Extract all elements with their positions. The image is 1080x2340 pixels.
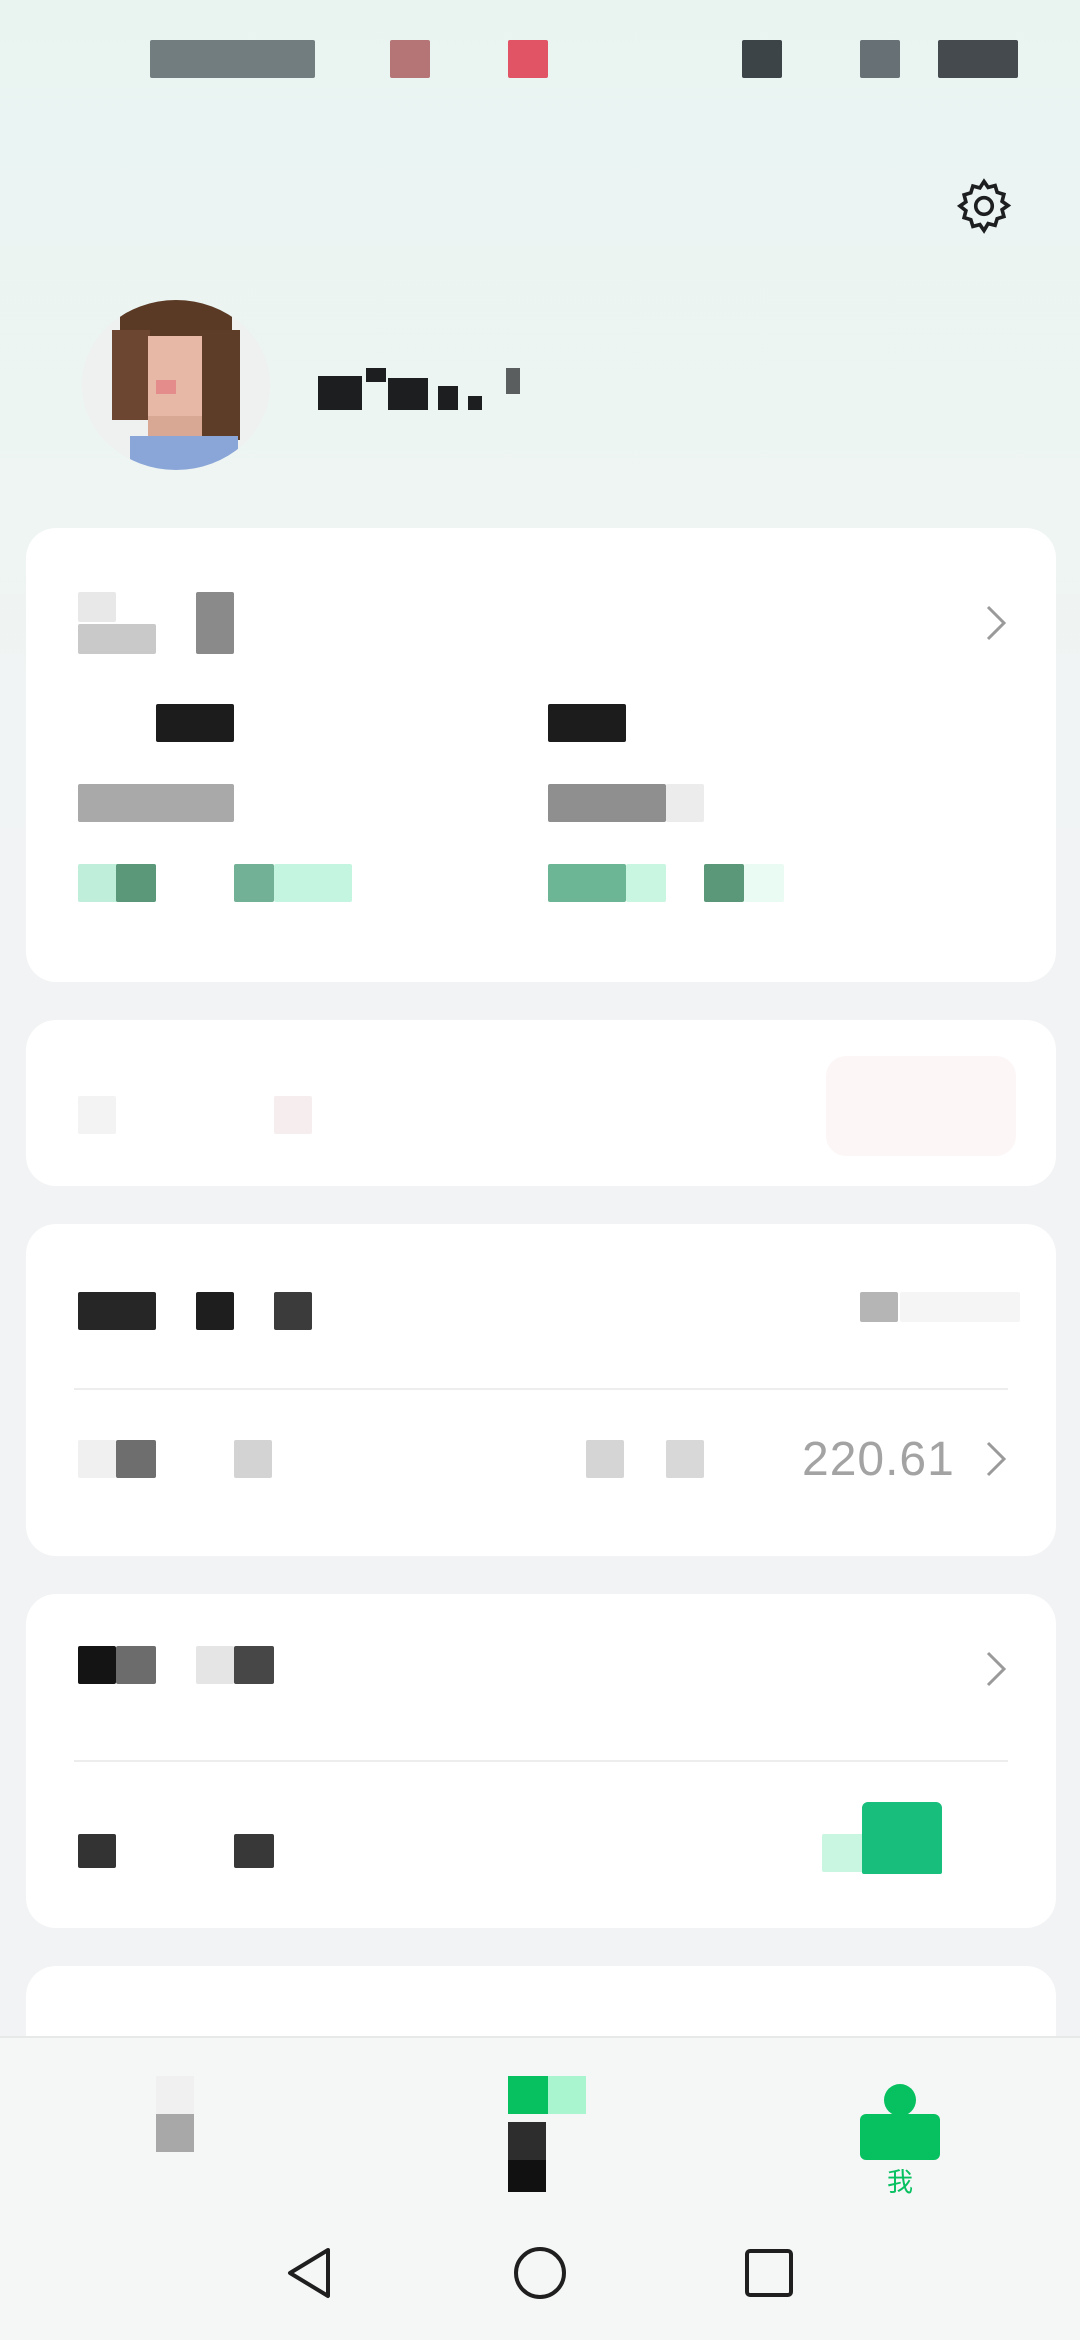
discover-icon: [508, 2076, 548, 2114]
status-carrier: [150, 40, 315, 78]
banner-decoration: [826, 1056, 1016, 1156]
menu-row-label: [234, 1834, 274, 1868]
card-title: [196, 592, 234, 654]
menu-row-label: [116, 1646, 156, 1684]
person-icon: [860, 2084, 940, 2160]
chevron-right-icon: [978, 1436, 1014, 1482]
chevron-right-icon: [978, 1646, 1014, 1692]
battery-icon: [938, 40, 1018, 78]
wallet-title: [196, 1292, 234, 1330]
wallet-card[interactable]: 220.61: [26, 1224, 1056, 1556]
menu-row-label: [196, 1646, 234, 1684]
wallet-title: [78, 1292, 156, 1330]
balance-row[interactable]: 220.61: [26, 1390, 1056, 1556]
balance-label: [116, 1440, 156, 1478]
promo-banner-card[interactable]: [26, 1020, 1056, 1186]
gear-icon: [956, 178, 1012, 234]
promo-badge: [862, 1802, 942, 1874]
avatar[interactable]: [82, 300, 270, 470]
balance-sub: [586, 1440, 624, 1478]
balance-label: [234, 1440, 272, 1478]
banner-text: [274, 1096, 312, 1134]
rewards-card[interactable]: [26, 1594, 1056, 1928]
discover-icon: [548, 2076, 586, 2114]
bottom-nav: 我: [0, 2036, 1080, 2206]
card-title: [78, 624, 156, 654]
status-notification-icon: [508, 40, 548, 78]
balance-label: [78, 1440, 116, 1478]
stat-label: [548, 784, 666, 822]
chevron-right-icon: [978, 600, 1014, 646]
discover-icon: [508, 2122, 546, 2160]
stat-tag[interactable]: [548, 864, 626, 902]
nav-item-chats[interactable]: [76, 2038, 276, 2208]
menu-row[interactable]: [26, 1594, 1056, 1760]
status-bar: [0, 0, 1080, 100]
services-card[interactable]: [26, 528, 1056, 982]
status-notification-icon: [390, 40, 430, 78]
stat-tag[interactable]: [234, 864, 274, 902]
system-navigation-bar: [0, 2206, 1080, 2340]
stat-value: [548, 704, 626, 742]
menu-row[interactable]: [26, 1762, 1056, 1928]
stat-tag[interactable]: [116, 864, 156, 902]
recents-button[interactable]: [724, 2228, 814, 2318]
menu-row-label: [78, 1834, 116, 1868]
wallet-hint: [860, 1292, 898, 1322]
nav-item-discover[interactable]: [440, 2038, 640, 2208]
stat-tag[interactable]: [704, 864, 744, 902]
status-signal-icon: [742, 40, 782, 78]
card-title: [78, 592, 116, 622]
menu-row-label: [78, 1646, 116, 1684]
stat-tag[interactable]: [274, 864, 352, 902]
nav-label: 我: [886, 2167, 913, 2197]
stat-value: [156, 704, 234, 742]
stat-tag[interactable]: [626, 864, 666, 902]
recents-square-icon: [745, 2249, 793, 2297]
stat-label: [666, 784, 704, 822]
menu-row-label: [234, 1646, 274, 1684]
status-wifi-icon: [860, 40, 900, 78]
banner-text: [78, 1096, 116, 1134]
home-button[interactable]: [495, 2228, 585, 2318]
wallet-title: [274, 1292, 312, 1330]
nav-item-me[interactable]: 我: [800, 2038, 1000, 2208]
chat-icon: [156, 2076, 194, 2114]
back-triangle-icon: [288, 2248, 330, 2298]
settings-button[interactable]: [948, 170, 1020, 242]
chat-icon: [156, 2114, 194, 2152]
stat-label: [78, 784, 234, 822]
balance-value: 220.61: [802, 1433, 955, 1486]
balance-sub: [666, 1440, 704, 1478]
home-circle-icon: [514, 2247, 566, 2299]
back-button[interactable]: [264, 2228, 354, 2318]
stat-tag[interactable]: [744, 864, 784, 902]
discover-icon: [508, 2160, 546, 2192]
wallet-hint: [900, 1292, 1020, 1322]
